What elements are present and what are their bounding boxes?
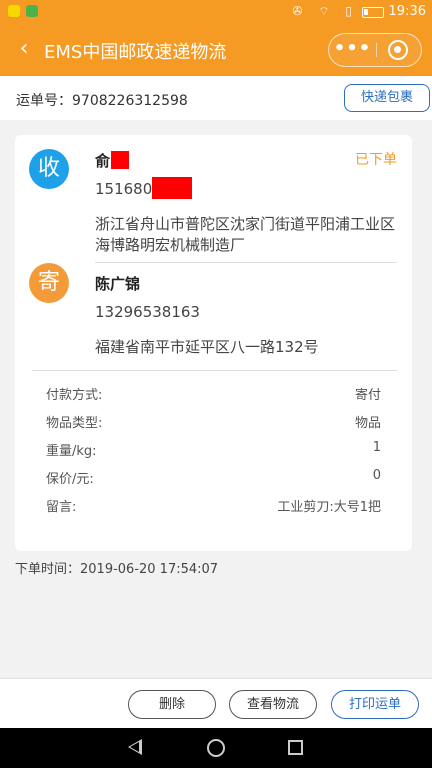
more-icon[interactable]: •••: [329, 34, 376, 66]
notification-app-icon: [26, 5, 38, 17]
sender-phone: 13296538163: [95, 303, 200, 321]
navigation-bar: ‹ EMS中国邮政速递物流 •••: [0, 24, 432, 76]
sender-address: 福建省南平市延平区八一路132号: [95, 338, 319, 356]
waybill-number: 运单号：9708226312598: [16, 93, 188, 109]
detail-row-payment: 付款方式: 寄付: [46, 384, 381, 404]
system-recents-icon[interactable]: [288, 740, 303, 755]
detail-row-message: 留言: 工业剪刀:大号1把: [46, 496, 381, 516]
detail-label: 重量/kg:: [46, 444, 97, 459]
order-status: 已下单: [355, 152, 397, 168]
back-icon[interactable]: ‹: [12, 36, 36, 62]
system-back-icon[interactable]: [128, 739, 142, 755]
detail-row-item-type: 物品类型: 物品: [46, 412, 381, 432]
receiver-address: 浙江省舟山市普陀区沈家门街道平阳浦工业区海博路明宏机械制造厂: [95, 215, 396, 254]
waybill-bar: 运单号：9708226312598 快递包裹: [0, 76, 432, 120]
system-status-icons: ✇ ⌔ ▯: [292, 4, 358, 18]
detail-value: 工业剪刀:大号1把: [277, 500, 381, 515]
section-divider: [32, 370, 397, 371]
print-waybill-button[interactable]: 打印运单: [331, 690, 419, 719]
receiver-name: 俞: [95, 152, 111, 170]
detail-value: 0: [372, 468, 381, 483]
notification-app-icon: [8, 5, 20, 17]
detail-label: 付款方式:: [46, 388, 103, 403]
bottom-action-bar: 删除 查看物流 打印运单: [0, 678, 432, 728]
miniprogram-capsule: •••: [328, 33, 422, 67]
receive-icon: 收: [29, 149, 69, 189]
capsule-divider: [376, 43, 377, 57]
battery-icon: [362, 7, 384, 18]
track-logistics-button[interactable]: 查看物流: [229, 690, 317, 719]
section-divider: [95, 262, 397, 263]
send-icon: 寄: [29, 263, 69, 303]
detail-label: 保价/元:: [46, 472, 94, 487]
sender-name: 陈广锦: [95, 275, 141, 293]
status-time: 19:36: [388, 4, 426, 19]
status-bar: ✇ ⌔ ▯ 19:36: [0, 0, 432, 24]
system-navigation-bar: [0, 728, 432, 768]
express-package-button[interactable]: 快递包裹: [344, 84, 430, 112]
system-home-icon[interactable]: [207, 739, 225, 757]
redaction-block: [111, 151, 129, 169]
detail-value: 寄付: [354, 388, 381, 403]
order-card: 收 俞 已下单 1516807 浙江省舟山市普陀区沈家门街道平阳浦工业区海博路明…: [15, 135, 412, 551]
redaction-block: [152, 177, 192, 199]
detail-label: 留言:: [46, 500, 77, 515]
detail-label: 物品类型:: [46, 416, 103, 431]
detail-row-insurance: 保价/元: 0: [46, 468, 381, 488]
close-miniprogram-icon[interactable]: [388, 40, 408, 60]
order-time: 下单时间：2019-06-20 17:54:07: [15, 562, 219, 577]
page-title: EMS中国邮政速递物流: [44, 42, 227, 63]
detail-row-weight: 重量/kg: 1: [46, 440, 381, 460]
delete-button[interactable]: 删除: [128, 690, 216, 719]
detail-value: 1: [372, 440, 381, 455]
detail-value: 物品: [354, 416, 381, 431]
